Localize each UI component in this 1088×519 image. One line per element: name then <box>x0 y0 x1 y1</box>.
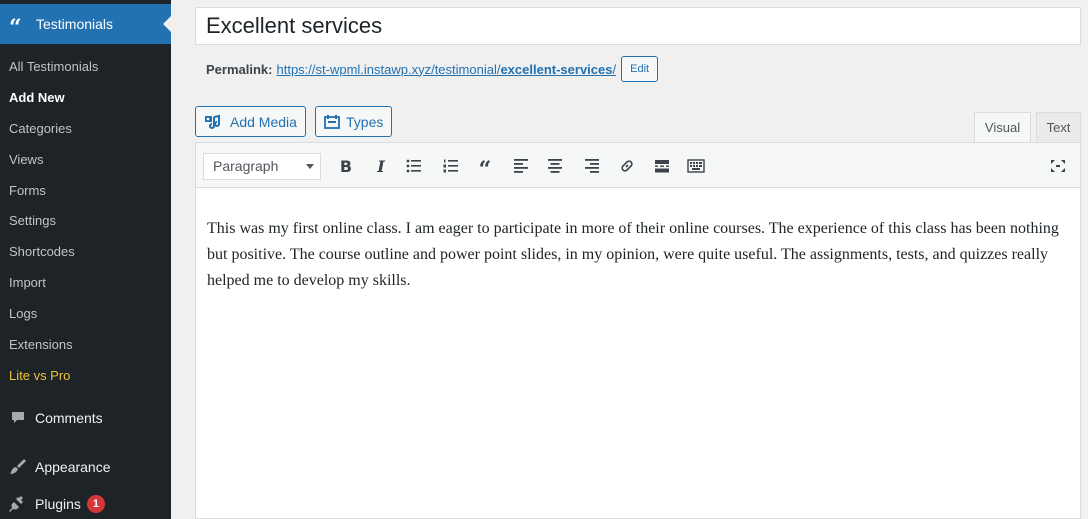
tab-text[interactable]: Text <box>1036 112 1081 143</box>
menu-plugins-label: Plugins <box>35 496 81 512</box>
edit-permalink-button[interactable]: Edit <box>621 56 659 82</box>
plugins-update-badge: 1 <box>86 495 105 513</box>
permalink-row: Permalink: https://st-wpml.instawp.xyz/t… <box>206 55 659 83</box>
submenu-import[interactable]: Import <box>0 267 171 298</box>
menu-testimonials-label: Testimonials <box>36 16 114 32</box>
types-button[interactable]: Types <box>315 106 393 137</box>
admin-sidebar: “ Testimonials All Testimonials Add New … <box>0 0 171 519</box>
add-media-button[interactable]: Add Media <box>195 106 306 137</box>
current-menu-arrow <box>163 16 171 32</box>
format-select[interactable]: Paragraph <box>203 153 321 180</box>
testimonials-submenu: All Testimonials Add New Categories View… <box>0 51 171 391</box>
add-media-icon <box>204 114 224 130</box>
fullscreen-icon[interactable] <box>1047 155 1069 177</box>
toolbar-toggle-icon[interactable] <box>685 155 707 177</box>
menu-comments-label: Comments <box>35 410 103 426</box>
post-title-input[interactable]: Excellent services <box>195 7 1081 45</box>
plugin-icon <box>8 494 28 514</box>
link-icon[interactable] <box>616 155 638 177</box>
submenu-extensions[interactable]: Extensions <box>0 329 171 360</box>
types-icon <box>324 114 340 130</box>
blockquote-icon[interactable]: “ <box>474 155 496 183</box>
types-label: Types <box>346 113 384 130</box>
submenu-all-testimonials[interactable]: All Testimonials <box>0 51 171 82</box>
menu-testimonials[interactable]: “ Testimonials <box>0 4 171 44</box>
numbered-list-icon[interactable] <box>440 155 462 177</box>
submenu-add-new[interactable]: Add New <box>0 82 171 113</box>
menu-appearance-label: Appearance <box>35 459 111 475</box>
submenu-shortcodes[interactable]: Shortcodes <box>0 236 171 267</box>
submenu-forms[interactable]: Forms <box>0 175 171 206</box>
quote-icon: “ <box>9 15 22 41</box>
format-select-value: Paragraph <box>213 158 279 174</box>
menu-plugins[interactable]: Plugins 1 <box>0 487 171 519</box>
editor-toolbar: Paragraph B I “ <box>196 143 1080 188</box>
chevron-down-icon <box>306 164 314 169</box>
submenu-lite-vs-pro[interactable]: Lite vs Pro <box>0 360 171 391</box>
editor-content[interactable]: This was my first online class. I am eag… <box>207 216 1069 294</box>
add-media-label: Add Media <box>230 113 297 130</box>
read-more-icon[interactable] <box>651 155 673 177</box>
menu-appearance[interactable]: Appearance <box>0 450 171 484</box>
permalink-slug: excellent-services <box>500 61 613 77</box>
align-center-icon[interactable] <box>544 155 566 177</box>
permalink-label: Permalink: <box>206 61 273 77</box>
submenu-settings[interactable]: Settings <box>0 205 171 236</box>
submenu-categories[interactable]: Categories <box>0 113 171 144</box>
align-right-icon[interactable] <box>581 155 603 177</box>
bullet-list-icon[interactable] <box>403 155 425 177</box>
permalink-base: https://st-wpml.instawp.xyz/testimonial/ <box>276 61 501 77</box>
permalink-trailing: / <box>612 61 617 77</box>
align-left-icon[interactable] <box>510 155 532 177</box>
tab-visual[interactable]: Visual <box>974 112 1031 143</box>
submenu-views[interactable]: Views <box>0 144 171 175</box>
submenu-logs[interactable]: Logs <box>0 298 171 329</box>
brush-icon <box>8 457 28 477</box>
italic-icon[interactable]: I <box>370 155 392 177</box>
content-editor: Paragraph B I “ This was my first online… <box>195 142 1081 519</box>
comment-icon <box>8 408 28 428</box>
bold-icon[interactable]: B <box>335 155 357 177</box>
permalink-link[interactable]: https://st-wpml.instawp.xyz/testimonial/… <box>276 62 616 77</box>
menu-comments[interactable]: Comments <box>0 401 171 435</box>
